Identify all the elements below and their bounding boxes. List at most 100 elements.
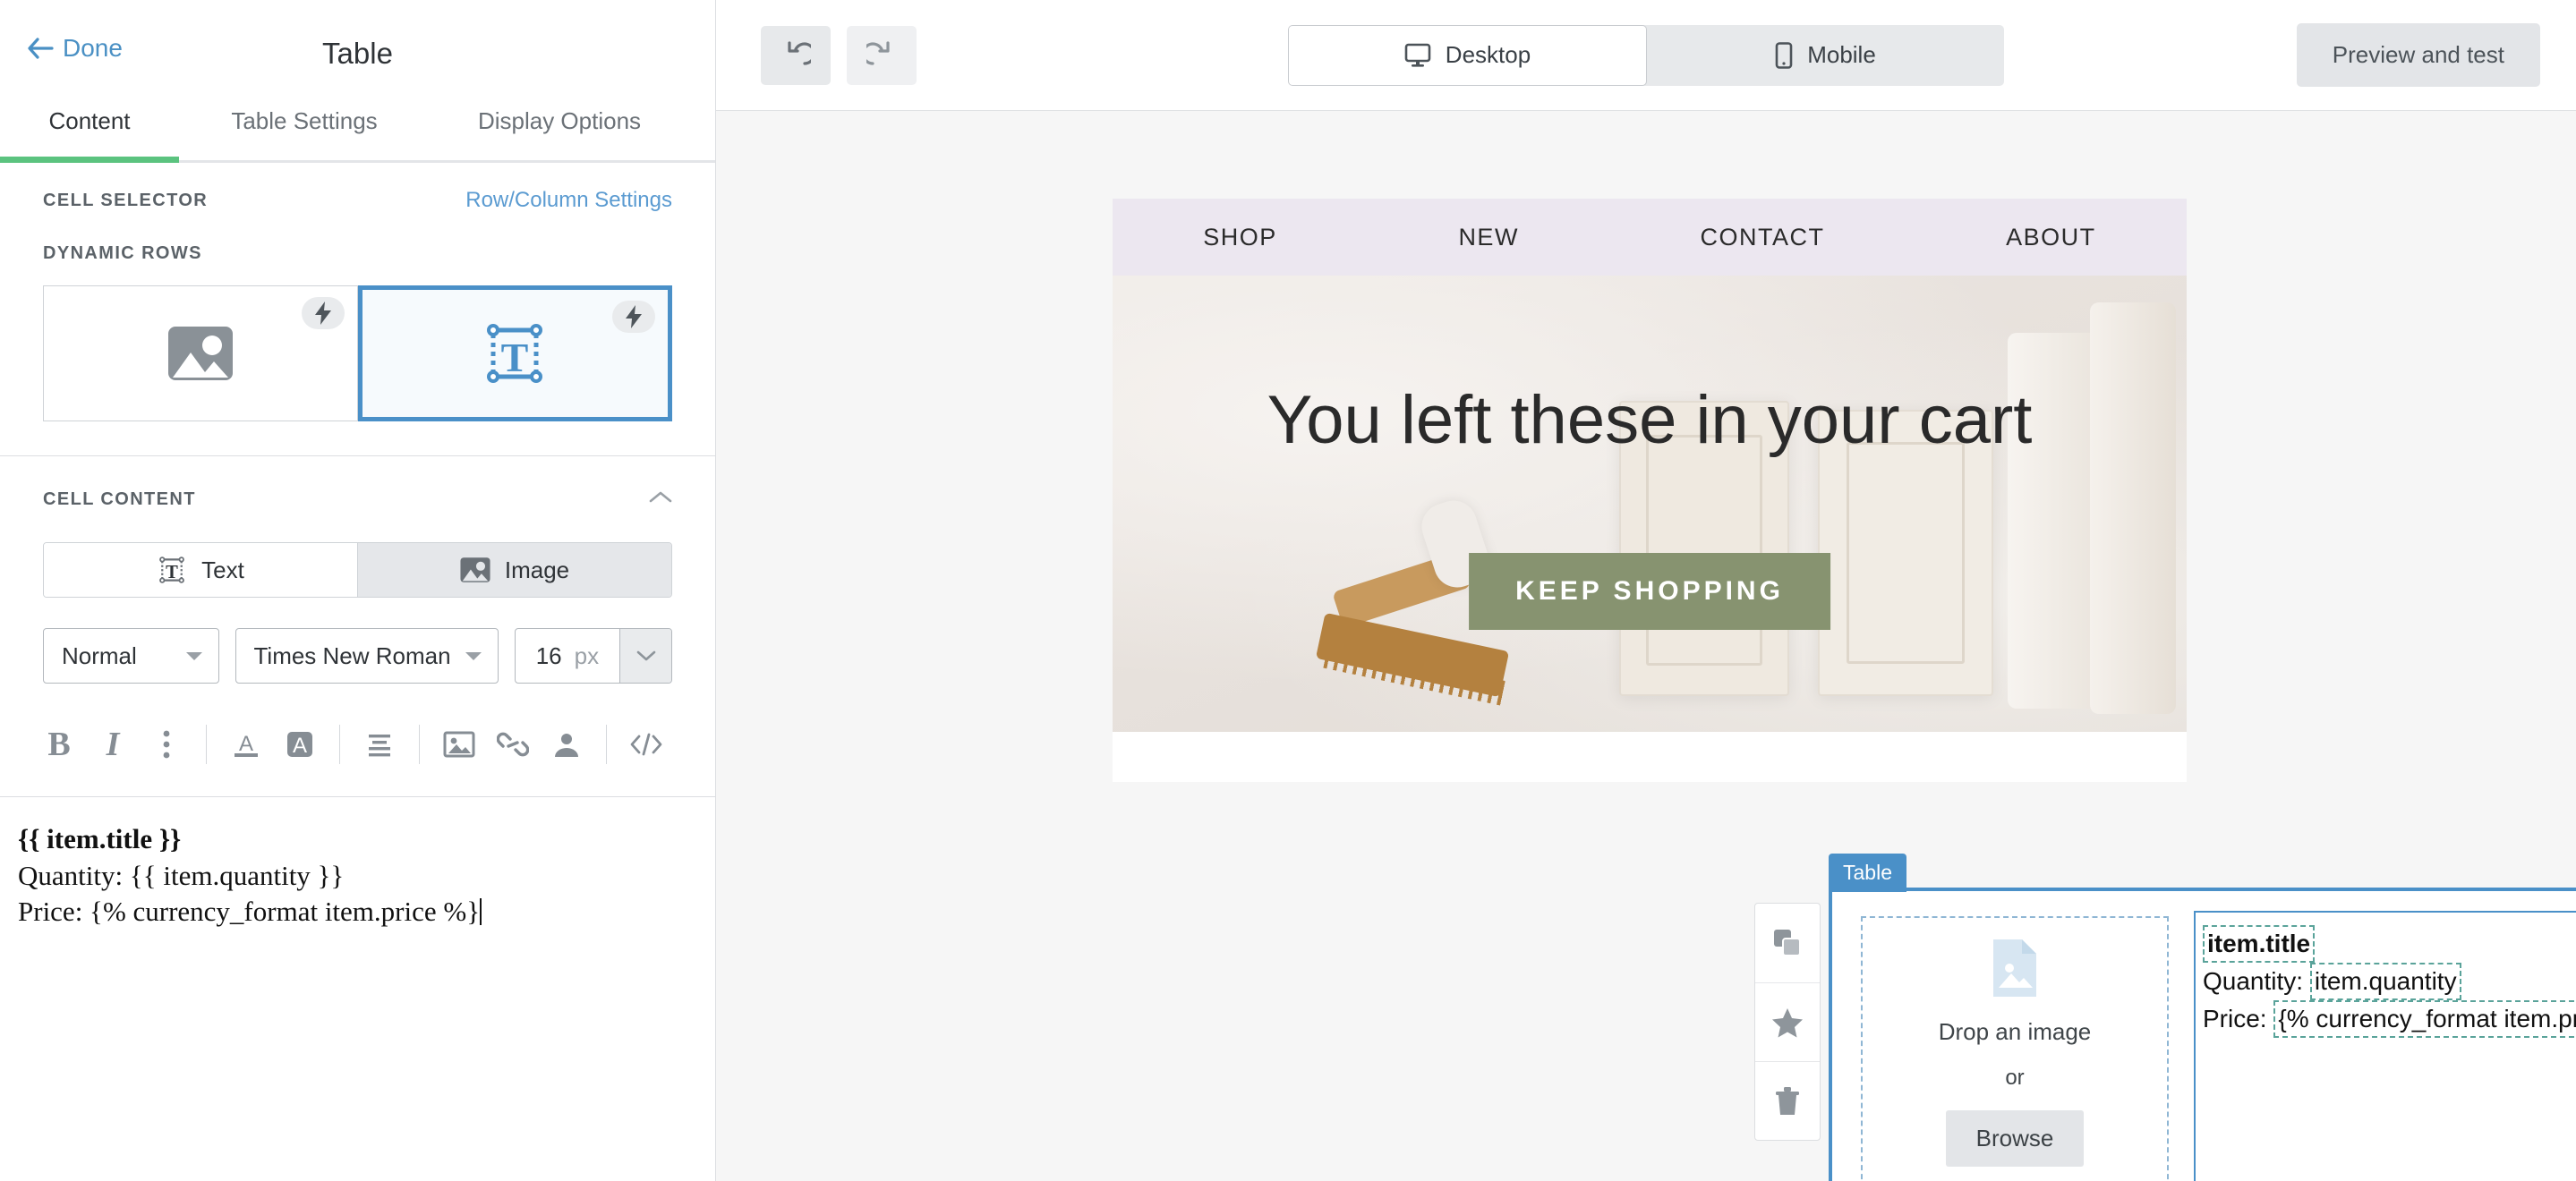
nav-item-contact[interactable]: CONTACT [1701, 224, 1825, 251]
delete-button[interactable] [1755, 1061, 1820, 1140]
font-size-unit: px [574, 641, 600, 669]
font-size-value: 16 [535, 641, 562, 669]
hero-cta-button[interactable]: KEEP SHOPPING [1469, 553, 1830, 630]
image-file-icon [1993, 939, 2036, 997]
tab-content-label: Content [48, 107, 131, 134]
merge-tag: {% currency_format item.price %} [2273, 1000, 2576, 1039]
nav-item-about[interactable]: ABOUT [2006, 224, 2096, 251]
editor-line: {{ item.title }} [18, 823, 182, 854]
nav-item-new[interactable]: NEW [1458, 224, 1519, 251]
history-buttons [761, 25, 917, 85]
font-size-input[interactable]: 16 px [516, 629, 619, 683]
email-canvas: SHOP NEW CONTACT ABOUT You left these in… [716, 111, 2576, 1181]
desktop-icon [1404, 43, 1431, 67]
preview-and-test-button[interactable]: Preview and test [2296, 23, 2540, 87]
table-text-prefix: Price: [2203, 1005, 2274, 1033]
text-color-button[interactable]: A [219, 718, 273, 771]
favorite-button[interactable] [1755, 982, 1820, 1061]
tab-table-settings-label: Table Settings [231, 107, 378, 134]
table-text-line: Price: {% currency_format item.price %} [2203, 1000, 2576, 1039]
mobile-icon [1775, 41, 1793, 69]
cell-type-image-option[interactable]: Image [357, 543, 671, 597]
editor-line: Price: {% currency_format item.price %} [18, 895, 481, 927]
tab-display-options-label: Display Options [477, 107, 642, 134]
table-block[interactable]: Drop an image or Browse item.title Quant… [1829, 888, 2576, 1181]
tab-display-options[interactable]: Display Options [430, 107, 689, 160]
toolbar-divider [206, 725, 207, 764]
preview-toolbar: Desktop Mobile Preview and test [716, 0, 2576, 111]
text-cursor [480, 897, 482, 925]
toolbar-divider [606, 725, 607, 764]
undo-button[interactable] [761, 25, 831, 85]
dynamic-rows-cells: T [0, 285, 715, 421]
bolt-icon [301, 297, 345, 329]
text-style-select[interactable]: Normal [43, 628, 219, 684]
cell-type-text-option[interactable]: T Text [44, 543, 357, 597]
trash-icon [1776, 1086, 1799, 1115]
duplicate-icon [1774, 930, 1801, 956]
more-options-button[interactable] [140, 718, 193, 771]
hero-prop-tube [2090, 302, 2176, 714]
block-side-toolbar [1754, 903, 1821, 1141]
typography-controls: Normal Times New Roman 16 px [0, 628, 715, 684]
dynamic-row-cell-image[interactable] [43, 285, 358, 421]
font-family-value: Times New Roman [253, 641, 451, 669]
source-code-button[interactable] [619, 718, 673, 771]
bold-button[interactable]: B [32, 718, 86, 771]
sidebar-header: Done Table [0, 0, 715, 107]
toolbar-divider [339, 725, 340, 764]
cell-type-image-label: Image [504, 556, 570, 583]
font-family-select[interactable]: Times New Roman [235, 628, 499, 684]
cell-text-editor[interactable]: {{ item.title }} Quantity: {{ item.quant… [0, 796, 715, 1136]
tab-content[interactable]: Content [0, 107, 179, 163]
email-spacer [1113, 732, 2187, 782]
insert-image-button[interactable] [432, 718, 486, 771]
nav-item-shop[interactable]: SHOP [1203, 224, 1277, 251]
table-image-cell[interactable]: Drop an image or Browse [1861, 916, 2169, 1181]
italic-button[interactable]: I [86, 718, 140, 771]
hero-prop-box-inner [1847, 442, 1965, 664]
font-size-control[interactable]: 16 px [514, 628, 672, 684]
hero-headline: You left these in your cart [1267, 382, 2033, 458]
cell-content-label: CELL CONTENT [43, 489, 196, 509]
undo-icon [788, 40, 811, 65]
device-option-desktop-label: Desktop [1445, 41, 1531, 68]
dynamic-row-cell-text[interactable]: T [357, 285, 672, 421]
text-style-value: Normal [62, 641, 137, 669]
redo-button[interactable] [847, 25, 917, 85]
device-toggle: Desktop Mobile [1288, 24, 2004, 86]
device-option-mobile[interactable]: Mobile [1647, 25, 2004, 86]
formatting-toolbar: B I A A [0, 716, 715, 773]
insert-link-button[interactable] [486, 718, 540, 771]
hero-image-block[interactable]: You left these in your cart KEEP SHOPPIN… [1113, 276, 2187, 732]
editor-line: Quantity: {{ item.quantity }} [18, 860, 345, 892]
done-button[interactable]: Done [27, 34, 123, 63]
merge-tag: item.title [2203, 925, 2316, 964]
font-size-dropdown-button[interactable] [619, 629, 671, 683]
cell-selector-label: CELL SELECTOR [43, 190, 209, 210]
personalize-button[interactable] [540, 718, 593, 771]
svg-text:T: T [501, 335, 529, 380]
drop-image-text: Drop an image [1938, 1018, 2092, 1045]
caret-down-icon [185, 652, 202, 660]
svg-text:A: A [293, 734, 307, 758]
highlight-color-button[interactable]: A [273, 718, 327, 771]
editor-sidebar: Done Table Content Table Settings Displa… [0, 0, 716, 1181]
svg-text:A: A [239, 732, 253, 756]
browse-button[interactable]: Browse [1945, 1110, 2085, 1167]
cell-content-header: CELL CONTENT [0, 456, 715, 542]
hero-prop-box-inner [1646, 435, 1762, 666]
preview-panel: Desktop Mobile Preview and test SHOP NEW… [716, 0, 2576, 1181]
chevron-up-icon[interactable] [649, 490, 672, 509]
device-option-desktop[interactable]: Desktop [1288, 24, 1647, 86]
table-text-cell[interactable]: item.title Quantity: item.quantity Price… [2194, 911, 2576, 1181]
duplicate-button[interactable] [1755, 904, 1820, 982]
align-button[interactable] [353, 718, 406, 771]
or-text: or [2005, 1066, 2025, 1090]
tab-table-settings[interactable]: Table Settings [179, 107, 430, 160]
caret-down-icon [465, 652, 482, 660]
row-column-settings-link[interactable]: Row/Column Settings [465, 188, 672, 213]
cell-type-text-label: Text [201, 556, 244, 583]
email-document: SHOP NEW CONTACT ABOUT You left these in… [1113, 199, 2187, 782]
star-icon [1772, 1007, 1803, 1037]
